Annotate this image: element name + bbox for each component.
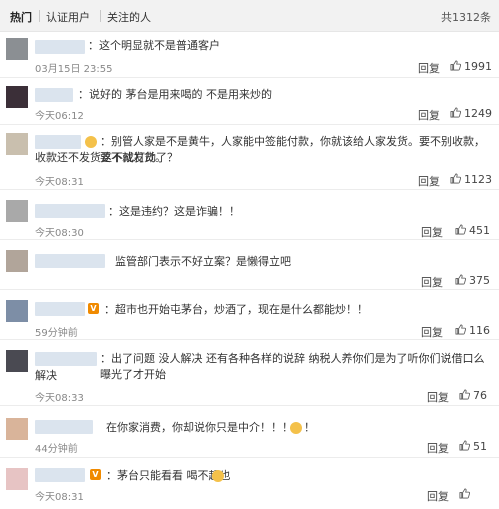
tab-divider [100,10,101,22]
comment-item: V ：超市也开始屯茅台，炒酒了，现在是什么都能炒！！ 59分钟前 回复 116 [0,290,499,340]
thumbs-up-icon [450,107,461,118]
comment-text-line2: 收款还不发货这不成打劫了？ [35,151,178,164]
like-count: 76 [473,389,487,402]
avatar[interactable] [6,38,28,60]
thumbs-up-icon [459,389,470,400]
avatar[interactable] [6,86,28,108]
comment-time: 44分钟前 [35,444,78,455]
comment-item: 监管部门表示不好立案？是懒得立吧 回复 375 [0,240,499,290]
username-blurred[interactable] [35,302,85,316]
comment-text: ：茅台只能看看 喝不起也 [106,469,231,482]
comment-item: ：说好的 茅台是用来喝的 不是用来炒的 今天06:12 回复 1249 [0,78,499,125]
like-count: 1991 [464,60,492,73]
reply-button[interactable]: 回复 [427,389,449,405]
comment-item: ：这个明显就不是普通客户 03月15日 23:55 回复 1991 [0,32,499,78]
comment-text: ：这个明显就不是普通客户 [88,39,220,52]
thumbs-up-icon [459,440,470,451]
comment-time: 今天08:30 [35,228,84,239]
avatar[interactable] [6,133,28,155]
tab-following[interactable]: 关注的人 [107,9,151,25]
comment-item: 在你家消费，你却说你只是中介！！！！！ 44分钟前 回复 51 [0,406,499,458]
thumbs-up-icon [450,60,461,71]
username-blurred[interactable] [35,420,93,434]
like-count: 1123 [464,173,492,186]
emoji-icon [212,470,224,482]
avatar[interactable] [6,200,28,222]
comment-text: 监管部门表示不好立案？是懒得立吧 [115,255,291,268]
like-button[interactable]: 76 [459,389,487,402]
comment-total-count: 共1312条 [441,11,491,24]
like-button[interactable]: 451 [455,224,490,237]
comment-time: 今天08:31 [35,492,84,503]
like-button[interactable]: 1991 [450,60,492,73]
crying-emoji-icon [290,422,302,434]
avatar[interactable] [6,350,28,372]
username-blurred[interactable] [35,135,81,149]
like-button[interactable]: 1249 [450,107,492,120]
thumbs-up-icon [455,324,466,335]
like-button[interactable]: 1123 [450,173,492,186]
comment-item: V ：茅台只能看看 喝不起也 今天08:31 回复 [0,458,499,509]
username-blurred[interactable] [35,204,105,218]
reply-button[interactable]: 回复 [421,324,443,340]
avatar[interactable] [6,468,28,490]
thumbs-up-icon [450,173,461,184]
like-count: 451 [469,224,490,237]
comment-item: ：出了问题 没人解决 还有各种各样的说辞 纳税人养你们是为了听你们说借口么 曝光… [0,340,499,406]
reply-button[interactable]: 回复 [421,274,443,290]
like-button[interactable] [459,488,473,501]
like-button[interactable]: 375 [455,274,490,287]
like-count: 116 [469,324,490,337]
thumbs-up-icon [455,224,466,235]
tab-divider [39,10,40,22]
like-count: 1249 [464,107,492,120]
reply-button[interactable]: 回复 [418,107,440,123]
comment-time: 今天08:33 [35,393,84,404]
username-blurred[interactable] [35,468,85,482]
username-blurred[interactable] [35,254,105,268]
comment-text: ：说好的 茅台是用来喝的 不是用来炒的 [78,88,272,101]
username-blurred[interactable] [35,40,85,54]
tab-verified-users[interactable]: 认证用户 [46,9,90,25]
reply-button[interactable]: 回复 [421,224,443,240]
verified-badge-icon: V [90,469,101,480]
comment-tabs-bar: 热门 认证用户 关注的人 共1312条 [0,0,499,32]
reply-button[interactable]: 回复 [427,488,449,504]
emoji-icon [85,136,97,148]
thumbs-up-icon [455,274,466,285]
comment-text: ：这是违约？这是诈骗！！ [108,205,240,218]
reply-button[interactable]: 回复 [427,440,449,456]
username-blurred[interactable] [35,352,97,366]
reply-button[interactable]: 回复 [418,173,440,189]
like-button[interactable]: 51 [459,440,487,453]
tab-hot[interactable]: 热门 [10,9,32,25]
comment-text: ：超市也开始屯茅台，炒酒了，现在是什么都能炒！！ [104,303,368,316]
thumbs-up-icon [459,488,470,499]
like-count: 375 [469,274,490,287]
comment-item: ：别管人家是不是黄牛，人家能中签能付款，你就该给人家发货。要不别收款，要不就发货… [0,125,499,190]
comment-text-line2: 解决 [35,369,57,382]
avatar[interactable] [6,300,28,322]
comment-time: 03月15日 23:55 [35,64,113,75]
comment-time: 今天06:12 [35,111,84,122]
like-count: 51 [473,440,487,453]
comment-time: 今天08:31 [35,177,84,188]
comment-item: ：这是违约？这是诈骗！！ 今天08:30 回复 451 [0,190,499,240]
username-blurred[interactable] [35,88,73,102]
comment-time: 59分钟前 [35,328,78,339]
avatar[interactable] [6,250,28,272]
avatar[interactable] [6,418,28,440]
like-button[interactable]: 116 [455,324,490,337]
verified-badge-icon: V [88,303,99,314]
reply-button[interactable]: 回复 [418,60,440,76]
